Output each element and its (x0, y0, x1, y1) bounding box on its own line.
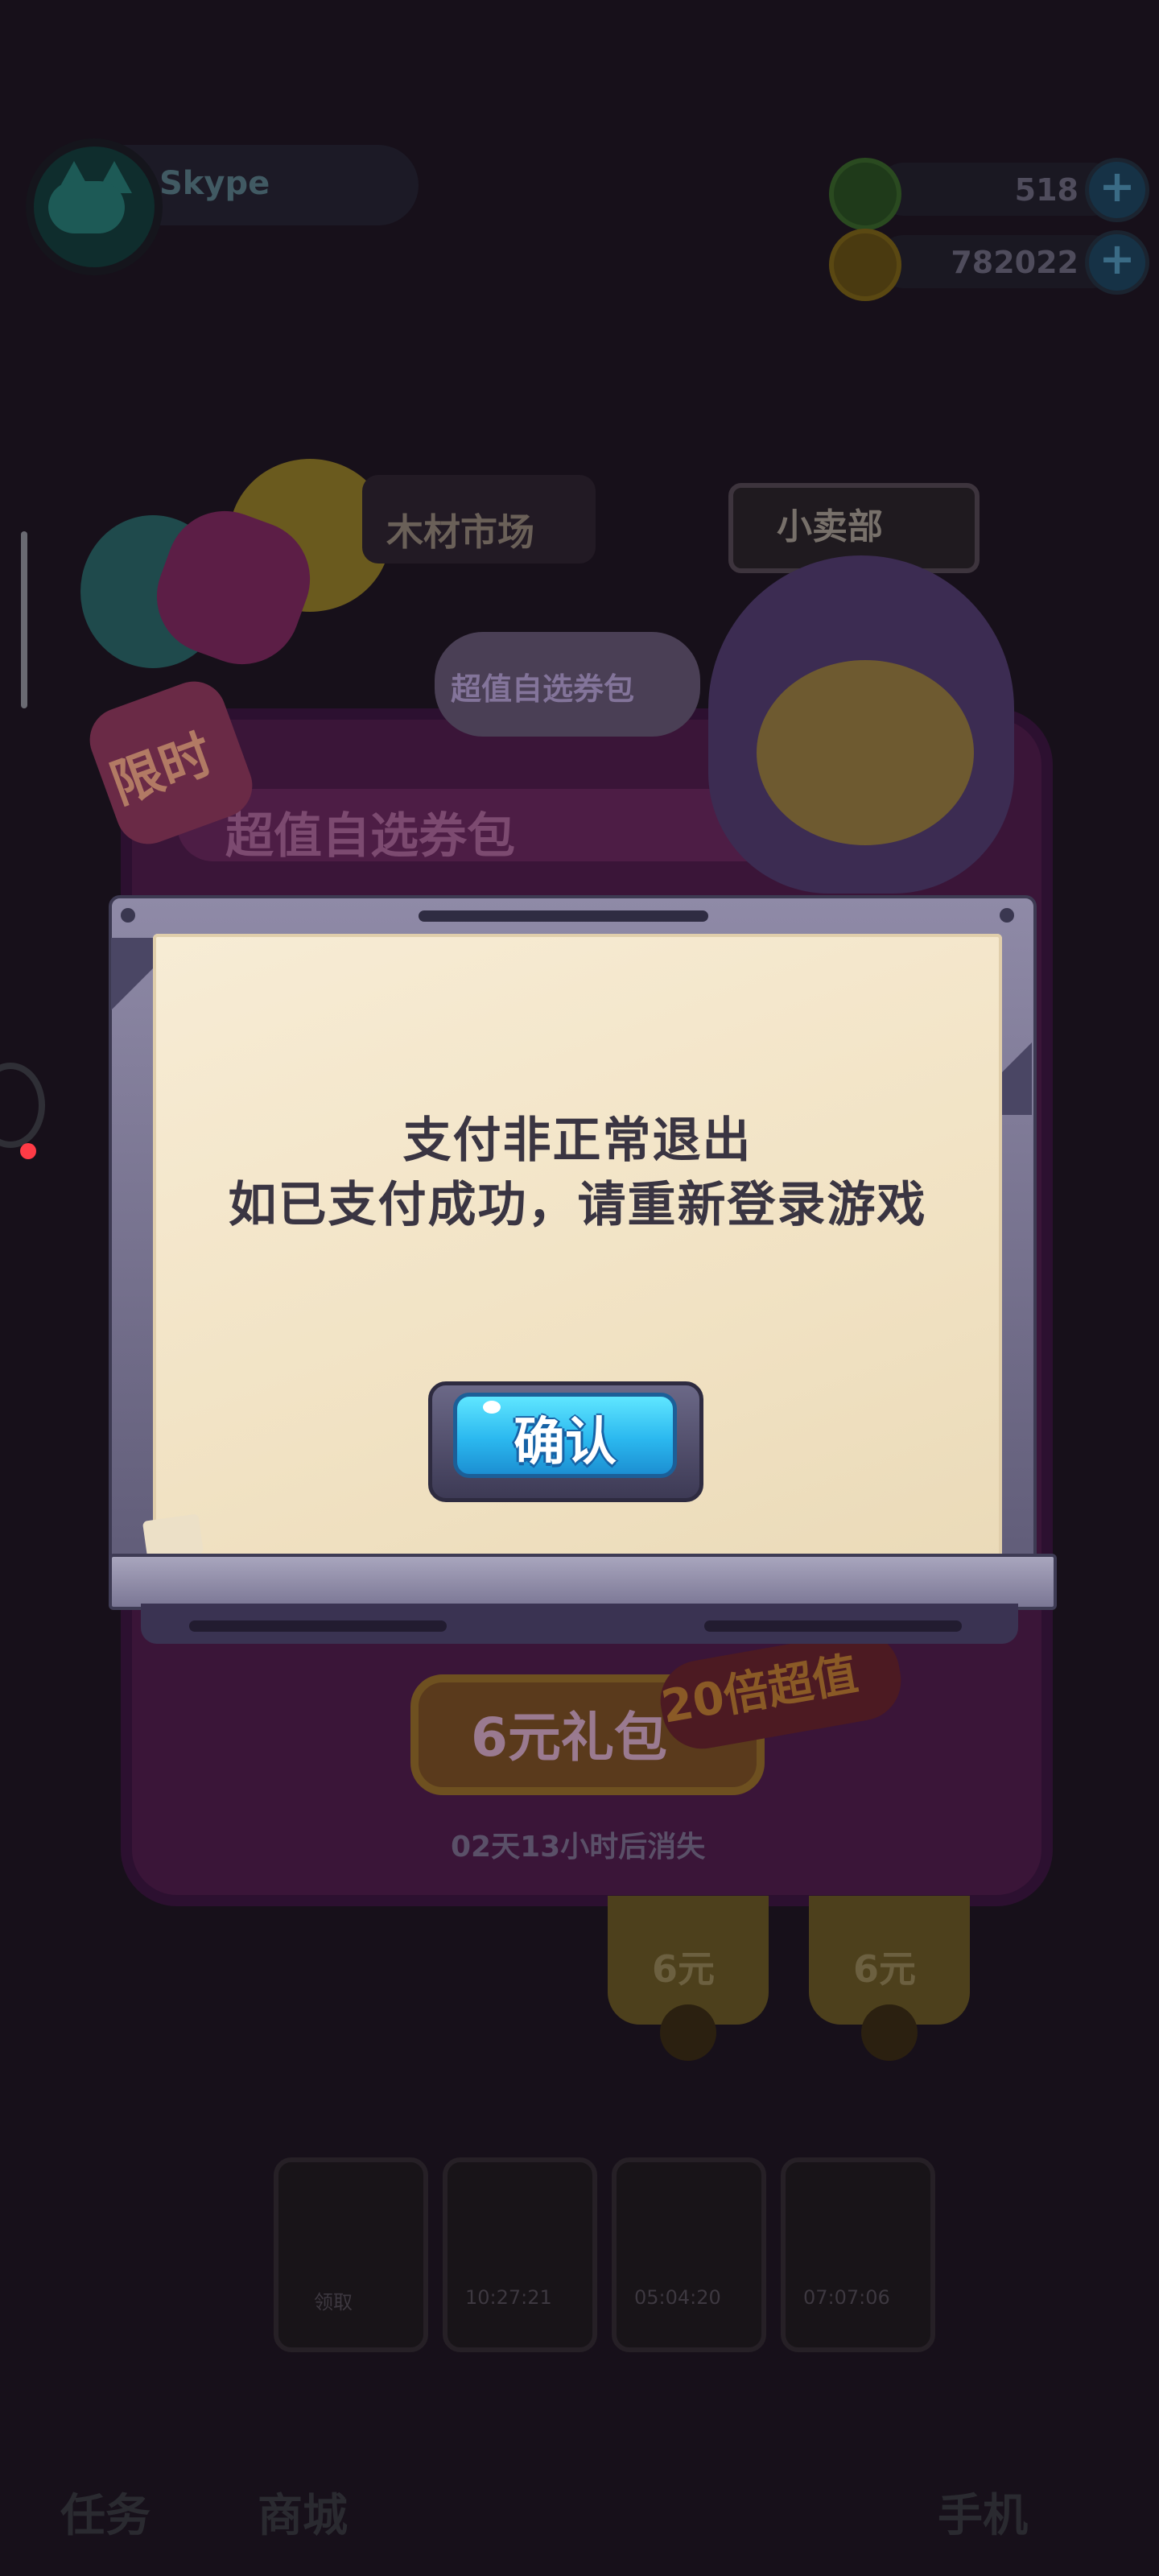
reward-card[interactable] (612, 2157, 766, 2352)
nav-shop[interactable]: 商城 (258, 2479, 348, 2545)
pack-title: 超值自选券包 (225, 808, 515, 865)
gift-pack-label: 6元礼包 (471, 1707, 667, 1769)
reward-card-timer: 07:07:06 (803, 2286, 890, 2309)
pack-speech-bubble-label: 超值自选券包 (451, 671, 635, 707)
add-coin-button[interactable]: + (1085, 230, 1149, 295)
dialog-base (109, 1554, 1057, 1610)
nav-phone[interactable]: 手机 (938, 2479, 1028, 2545)
offer-countdown: 02天13小时后消失 (451, 1831, 706, 1864)
reward-card-label: 领取 (314, 2291, 353, 2314)
currency-gold-value: 782022 (951, 245, 1079, 280)
scrollbar[interactable] (21, 531, 27, 708)
dialog-frame-slot (419, 910, 708, 922)
bolt-icon (1000, 908, 1014, 923)
store-sign-left-label: 木材市场 (386, 510, 534, 554)
price-tag-label: 6元 (652, 1947, 716, 1991)
add-gem-button[interactable]: + (1085, 158, 1149, 222)
avatar-cat-icon (48, 181, 125, 233)
reward-card-timer: 10:27:21 (465, 2286, 552, 2309)
player-name: Skype (159, 165, 270, 202)
dialog-base-slot (704, 1620, 962, 1632)
store-sign-right-label: 小卖部 (777, 506, 883, 547)
price-tag-icon (660, 2004, 716, 2061)
nav-tasks[interactable]: 任务 (60, 2479, 151, 2545)
price-tag-icon (861, 2004, 918, 2061)
dialog-message-title: 支付非正常退出 (402, 1113, 753, 1169)
price-tag-label: 6元 (853, 1947, 917, 1991)
reward-card[interactable] (443, 2157, 597, 2352)
dialog-base-slot (189, 1620, 447, 1632)
confirm-button-label: 确认 (514, 1413, 617, 1472)
currency-green-value: 518 (1014, 172, 1079, 208)
bolt-icon (121, 908, 135, 923)
reward-card[interactable] (274, 2157, 428, 2352)
cat-mascot-face (757, 660, 974, 845)
dialog-message-body: 如已支付成功，请重新登录游戏 (228, 1177, 927, 1233)
reward-card-timer: 05:04:20 (634, 2286, 721, 2309)
notification-dot (20, 1143, 36, 1159)
reward-card[interactable] (781, 2157, 935, 2352)
